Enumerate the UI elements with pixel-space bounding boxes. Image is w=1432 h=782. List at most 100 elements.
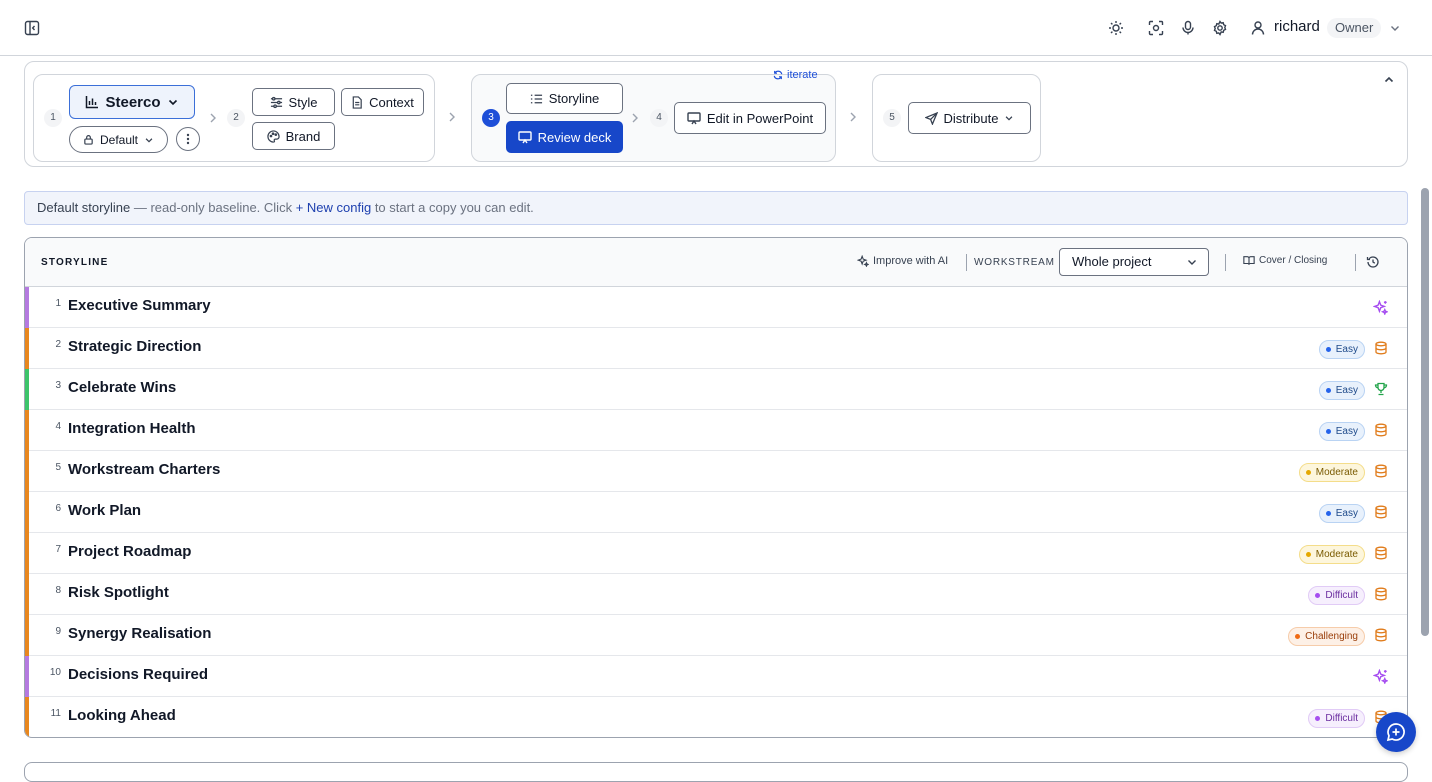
pipeline-stage-setup: 1 Steerco Default 2 Style Context Brand: [33, 74, 435, 162]
context-label: Context: [369, 94, 414, 110]
difficulty-badge: Moderate: [1298, 463, 1365, 482]
context-button[interactable]: Context: [341, 88, 424, 116]
database-icon[interactable]: [1374, 464, 1388, 478]
style-button[interactable]: Style: [252, 88, 335, 116]
sparkles-icon[interactable]: [1373, 669, 1388, 684]
row-color-bar: [25, 533, 29, 574]
review-deck-button[interactable]: Review deck: [506, 121, 623, 153]
screen-capture-icon[interactable]: [1144, 16, 1168, 40]
presentation-icon: [517, 130, 532, 143]
divider: [966, 254, 967, 271]
row-color-bar: [25, 410, 29, 451]
notice-text-after: to start a copy you can edit.: [371, 200, 534, 215]
iterate-label: iterate: [787, 69, 818, 81]
user-icon[interactable]: [1246, 16, 1270, 40]
sliders-icon: [270, 96, 282, 108]
row-title: Executive Summary: [68, 297, 211, 314]
sparkles-icon: [857, 255, 869, 267]
difficulty-badge: Moderate: [1298, 545, 1365, 564]
cover-closing-label: Cover / Closing: [1259, 255, 1328, 266]
storyline-row[interactable]: 6 Work Plan Easy: [25, 492, 1407, 533]
row-number: 9: [55, 626, 61, 637]
storyline-row[interactable]: 8 Risk Spotlight Difficult: [25, 574, 1407, 615]
storyline-row[interactable]: 11 Looking Ahead Difficult: [25, 697, 1407, 737]
chevron-down-icon: [145, 137, 153, 143]
refresh-icon: [773, 70, 783, 80]
chevron-right-icon: [850, 112, 856, 122]
row-color-bar: [25, 328, 29, 369]
top-bar: richard Owner: [0, 0, 1432, 56]
row-number: 5: [55, 462, 61, 473]
database-icon[interactable]: [1374, 423, 1388, 437]
storyline-panel: STORYLINE Improve with AI WORKSTREAM Who…: [24, 237, 1408, 738]
improve-with-ai-button[interactable]: Improve with AI: [857, 255, 948, 267]
report-type-button[interactable]: Steerco: [69, 85, 195, 119]
pipeline-stage-build: 3 Storyline Review deck 4 Edit in PowerP…: [471, 74, 836, 162]
row-title: Celebrate Wins: [68, 379, 177, 396]
divider: [1355, 254, 1356, 271]
storyline-button[interactable]: Storyline: [506, 83, 623, 114]
theme-sun-icon[interactable]: [1104, 16, 1128, 40]
workstream-value: Whole project: [1072, 254, 1152, 269]
storyline-row[interactable]: 3 Celebrate Wins Easy: [25, 369, 1407, 410]
scrollbar-thumb[interactable]: [1421, 188, 1429, 636]
row-number: 1: [55, 298, 61, 309]
chevron-down-icon: [1006, 116, 1013, 121]
workstream-select[interactable]: Whole project: [1059, 248, 1209, 276]
storyline-row[interactable]: 10 Decisions Required: [25, 656, 1407, 697]
difficulty-badge: Difficult: [1308, 586, 1365, 605]
workstream-label: WORKSTREAM: [974, 257, 1055, 268]
config-select-pill[interactable]: Default: [69, 126, 168, 153]
edit-in-powerpoint-button[interactable]: Edit in PowerPoint: [674, 102, 826, 134]
more-options-button[interactable]: [176, 127, 200, 151]
sparkles-icon[interactable]: [1373, 300, 1388, 315]
new-config-link[interactable]: + New config: [296, 200, 372, 215]
history-button[interactable]: [1366, 255, 1380, 269]
iterate-link[interactable]: iterate: [773, 69, 818, 81]
document-icon: [352, 95, 362, 109]
trophy-icon[interactable]: [1374, 382, 1388, 396]
review-deck-label: Review deck: [537, 129, 612, 145]
row-number: 6: [55, 503, 61, 514]
storyline-row[interactable]: 2 Strategic Direction Easy: [25, 328, 1407, 369]
history-icon: [1366, 256, 1379, 268]
brand-button[interactable]: Brand: [252, 122, 335, 150]
database-icon[interactable]: [1374, 587, 1388, 601]
more-vertical-icon: [186, 133, 190, 145]
list-icon: [530, 94, 542, 103]
row-title: Integration Health: [68, 420, 196, 437]
row-color-bar: [25, 287, 29, 328]
database-icon[interactable]: [1374, 505, 1388, 519]
storyline-row[interactable]: 9 Synergy Realisation Challenging: [25, 615, 1407, 656]
row-color-bar: [25, 574, 29, 615]
collapse-chevron-up-icon[interactable]: [1377, 68, 1401, 92]
storyline-row[interactable]: 5 Workstream Charters Moderate: [25, 451, 1407, 492]
microphone-icon[interactable]: [1176, 16, 1200, 40]
storyline-row[interactable]: 4 Integration Health Easy: [25, 410, 1407, 451]
chat-assistant-button[interactable]: [1376, 712, 1416, 752]
cover-closing-button[interactable]: Cover / Closing: [1243, 255, 1327, 266]
chevron-right-icon: [449, 112, 455, 122]
user-menu-chevron-down-icon[interactable]: [1383, 16, 1407, 40]
presentation-icon: [687, 111, 701, 124]
settings-gear-icon[interactable]: [1208, 16, 1232, 40]
storyline-row[interactable]: 1 Executive Summary: [25, 287, 1407, 328]
user-name[interactable]: richard: [1274, 18, 1320, 35]
palette-icon: [267, 129, 280, 143]
report-type-label: Steerco: [105, 93, 161, 111]
database-icon[interactable]: [1374, 546, 1388, 560]
database-icon[interactable]: [1374, 628, 1388, 642]
sidebar-toggle-icon[interactable]: [20, 16, 44, 40]
storyline-row[interactable]: 7 Project Roadmap Moderate: [25, 533, 1407, 574]
row-color-bar: [25, 656, 29, 697]
step-number-4: 4: [650, 109, 668, 127]
send-icon: [924, 111, 938, 125]
step-number-3: 3: [482, 109, 500, 127]
database-icon[interactable]: [1374, 341, 1388, 355]
chevron-down-icon: [168, 99, 177, 106]
config-label: Default: [99, 132, 139, 147]
storyline-heading: STORYLINE: [41, 257, 109, 268]
distribute-button[interactable]: Distribute: [908, 102, 1031, 134]
difficulty-badge: Difficult: [1308, 709, 1365, 728]
deck-pipeline: 1 Steerco Default 2 Style Context Brand: [24, 61, 1408, 167]
